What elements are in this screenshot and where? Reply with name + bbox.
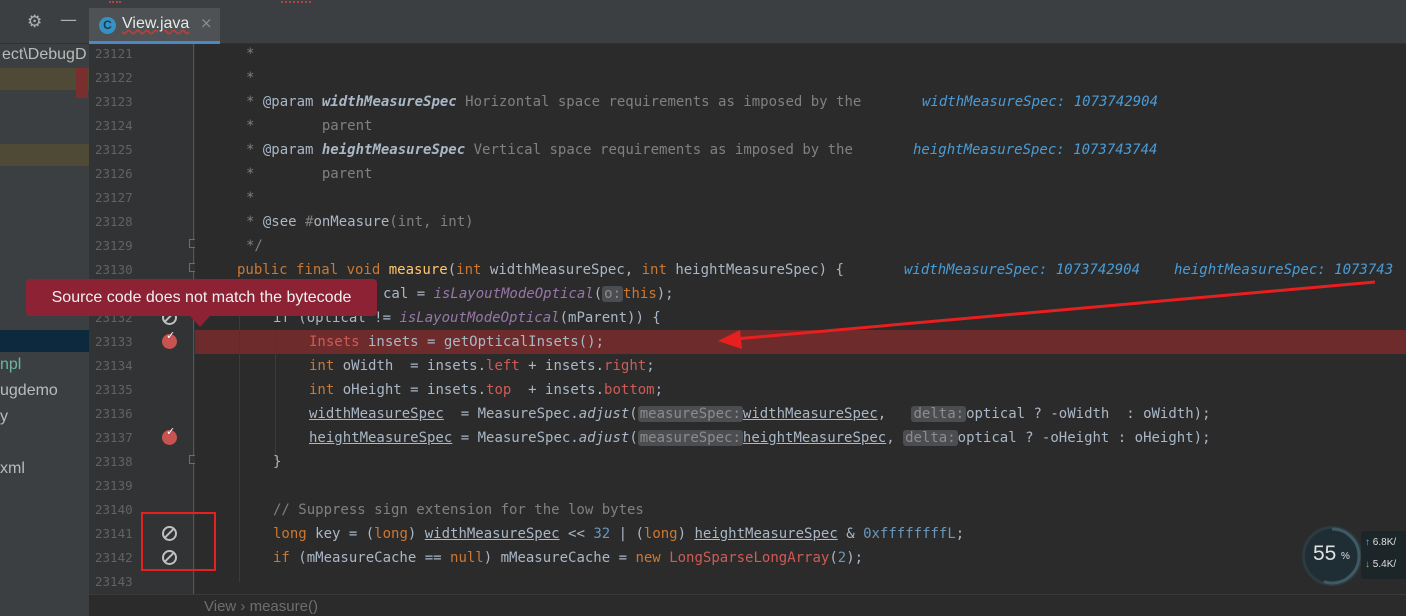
tooltip-pointer [190, 316, 210, 327]
breadcrumb: View › measure() [204, 598, 318, 615]
breadcrumb-method[interactable]: measure() [250, 598, 318, 615]
down-arrow-icon: ↓ [1365, 559, 1370, 570]
breadcrumb-separator: › [240, 598, 246, 615]
up-arrow-icon: ↑ [1365, 537, 1370, 548]
memory-percent: 55 [1313, 542, 1337, 565]
download-value: 5.4 [1372, 559, 1387, 570]
breadcrumb-class[interactable]: View [204, 598, 236, 615]
annotation-arrow-head [718, 330, 742, 349]
network-speed-panel: ↑ 6.8K/ ↓ 5.4K/ [1361, 531, 1406, 579]
bytecode-mismatch-tooltip: Source code does not match the bytecode [26, 279, 377, 316]
download-unit: K/ [1386, 559, 1397, 570]
upload-value: 6.8 [1372, 537, 1387, 548]
annotation-arrow-line [734, 280, 1376, 341]
upload-speed: ↑ 6.8K/ [1365, 537, 1396, 548]
editor-breadcrumb-bar: View › measure() [89, 594, 1406, 616]
download-speed: ↓ 5.4K/ [1365, 559, 1396, 570]
memory-percent-sign: % [1341, 551, 1350, 562]
upload-unit: K/ [1386, 537, 1397, 548]
